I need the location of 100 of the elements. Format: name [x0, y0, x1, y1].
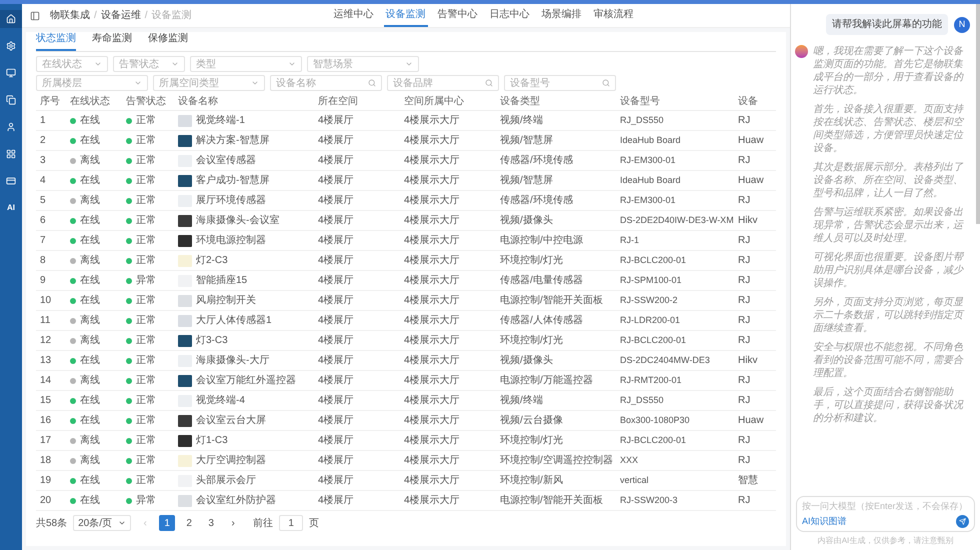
card-icon — [6, 176, 16, 186]
photo-placeholder — [178, 314, 192, 326]
table-cell-text: 大厅人体传感器1 — [196, 314, 272, 328]
table-cell-text: 电源控制/智能开关面板 — [499, 294, 604, 308]
user-message: 请帮我解读此屏幕的功能 — [826, 14, 948, 35]
knowledge-chip[interactable]: AI知识图谱 — [802, 514, 847, 528]
chevron-down-icon — [251, 79, 259, 87]
table-cell-text: 在线 — [80, 394, 100, 408]
nav-tab[interactable]: 告警中心 — [436, 4, 480, 27]
table-cell-text: 正常 — [136, 454, 156, 468]
sidebar-item[interactable]: AI — [0, 199, 22, 217]
goto-unit: 页 — [309, 516, 320, 530]
table-cell-text: 视觉终端-1 — [196, 114, 245, 128]
table-cell-text: 2 — [39, 134, 47, 148]
assistant-paragraph: 首先，设备接入很重要。页面支持按在线状态、告警状态、楼层和空间类型筛选，方便管理员快速定位设备。 — [813, 103, 965, 155]
column-header: 设备名称 — [177, 95, 219, 109]
table-cell-text: Box300-1080P30 — [619, 414, 691, 427]
nav-tab[interactable]: 审核流程 — [592, 4, 636, 27]
table-cell-text: RJ — [737, 114, 752, 128]
table-cell-text: 异常 — [136, 494, 156, 508]
table-cell-text: 4楼展厅 — [317, 394, 355, 408]
disclaimer: 内容由AI生成，仅供参考，请注意甄别 — [816, 535, 954, 547]
page-input[interactable]: 1 — [279, 515, 304, 531]
user-avatar: N — [954, 16, 970, 32]
table-cell-text: 正常 — [136, 194, 156, 208]
table-cell-text: 4楼展厅 — [317, 414, 355, 428]
table-cell-text: 传感器/人体传感器 — [499, 314, 584, 328]
table-cell-text: 在线 — [80, 494, 100, 508]
table-cell-text: RJ — [737, 374, 752, 388]
table-cell-text: 环境控制/灯光 — [499, 434, 564, 448]
chevron-down-icon — [405, 60, 413, 68]
page-size-select[interactable]: 20条/页 — [73, 515, 132, 531]
table-cell-text: 环境电源控制器 — [196, 234, 266, 248]
breadcrumb-link[interactable]: 物联集成 — [50, 8, 90, 23]
table-cell-text: 离线 — [80, 314, 100, 328]
nav-tab[interactable]: 运维中心 — [332, 4, 376, 27]
send-icon — [959, 518, 966, 525]
send-button[interactable] — [956, 514, 969, 528]
table-cell-text: 17 — [39, 434, 52, 448]
sidebar-item[interactable] — [0, 10, 22, 28]
table-cell-text: 视频/云台摄像 — [499, 414, 564, 428]
table-cell-text: 灯2-C3 — [196, 254, 228, 268]
table-cell-text: 正常 — [136, 254, 156, 268]
table-cell-text: 传感器/环境传感 — [499, 194, 574, 208]
nav-tab[interactable]: 设备监测 — [384, 4, 428, 27]
table-cell-text: 风扇控制开关 — [196, 294, 256, 308]
chevron-down-icon — [171, 60, 179, 68]
table-cell-text: 3 — [39, 154, 47, 168]
table-cell-text: Huaw — [737, 134, 765, 148]
table-cell-text: 离线 — [80, 374, 100, 388]
breadcrumb-link[interactable]: 设备运维 — [100, 8, 141, 23]
table-cell-text: 4楼展示大厅 — [403, 154, 461, 168]
tab[interactable]: 寿命监测 — [92, 31, 132, 51]
table-cell-text: DS-2DE2D40IW-DE3-W-XM — [619, 214, 734, 227]
home-icon — [6, 14, 16, 24]
table-cell-text: RJ-1 — [619, 234, 640, 247]
chevron-down-icon — [134, 79, 142, 87]
table-cell-text: 视觉终端-4 — [196, 394, 245, 408]
photo-placeholder — [178, 494, 192, 506]
table-cell-text: 4楼展示大厅 — [403, 434, 461, 448]
table-cell-text: 14 — [39, 374, 52, 388]
table-cell-text: 智能插座15 — [196, 274, 248, 288]
table-cell-text: 视频/智慧屏 — [499, 174, 554, 188]
table-cell-text: 大厅空调控制器 — [196, 454, 266, 468]
table-cell-text: 4楼展示大厅 — [403, 414, 461, 428]
column-header: 序号 — [39, 94, 61, 109]
table-cell-text: 4楼展示大厅 — [403, 314, 461, 328]
table-cell-text: 正常 — [136, 234, 156, 248]
table-cell-text: 4楼展厅 — [317, 174, 355, 188]
sidebar-toggle-icon[interactable] — [30, 10, 40, 20]
table-cell-text: 正常 — [136, 394, 156, 408]
table-cell-text: RJ — [737, 314, 752, 328]
tab[interactable]: 状态监测 — [36, 31, 76, 51]
table-cell-text: 19 — [39, 474, 52, 488]
table-cell-text: 离线 — [80, 334, 100, 348]
table-cell-text: RJ_DS550 — [619, 394, 665, 407]
nav-tab[interactable]: 场景编排 — [540, 4, 584, 27]
next-page-button[interactable]: › — [225, 515, 242, 531]
page-button[interactable]: 1 — [159, 515, 176, 531]
table-cell-text: 灯1-C3 — [196, 434, 228, 448]
table-cell-text: 4楼展厅 — [317, 214, 355, 228]
table-cell-text: 7 — [39, 234, 47, 248]
page-button[interactable]: 2 — [181, 515, 198, 531]
table-cell-text: 异常 — [136, 274, 156, 288]
table-cell-text: Hikv — [737, 214, 758, 228]
table-cell-text: 海康摄像头-会议室 — [196, 214, 280, 228]
table-cell-text: RJ-RMT200-01 — [619, 374, 683, 387]
page-button[interactable]: 3 — [203, 515, 220, 531]
table-cell-text: RJ — [737, 254, 752, 268]
table-cell-text: 展厅环境传感器 — [196, 194, 266, 208]
table-cell-text: 4楼展厅 — [317, 474, 355, 488]
table-cell-text: 1 — [39, 114, 47, 128]
table-cell-text: 4楼展示大厅 — [403, 334, 461, 348]
table-cell-text: 正常 — [136, 134, 156, 148]
tab[interactable]: 保修监测 — [148, 31, 188, 51]
table-cell-text: RJ-BCLC200-01 — [619, 334, 688, 347]
table-cell-text: 环境控制/灯光 — [499, 334, 564, 348]
table-cell-text: RJ-LDR200-01 — [619, 314, 682, 327]
nav-tab[interactable]: 日志中心 — [488, 4, 532, 27]
table-cell-text: 正常 — [136, 334, 156, 348]
